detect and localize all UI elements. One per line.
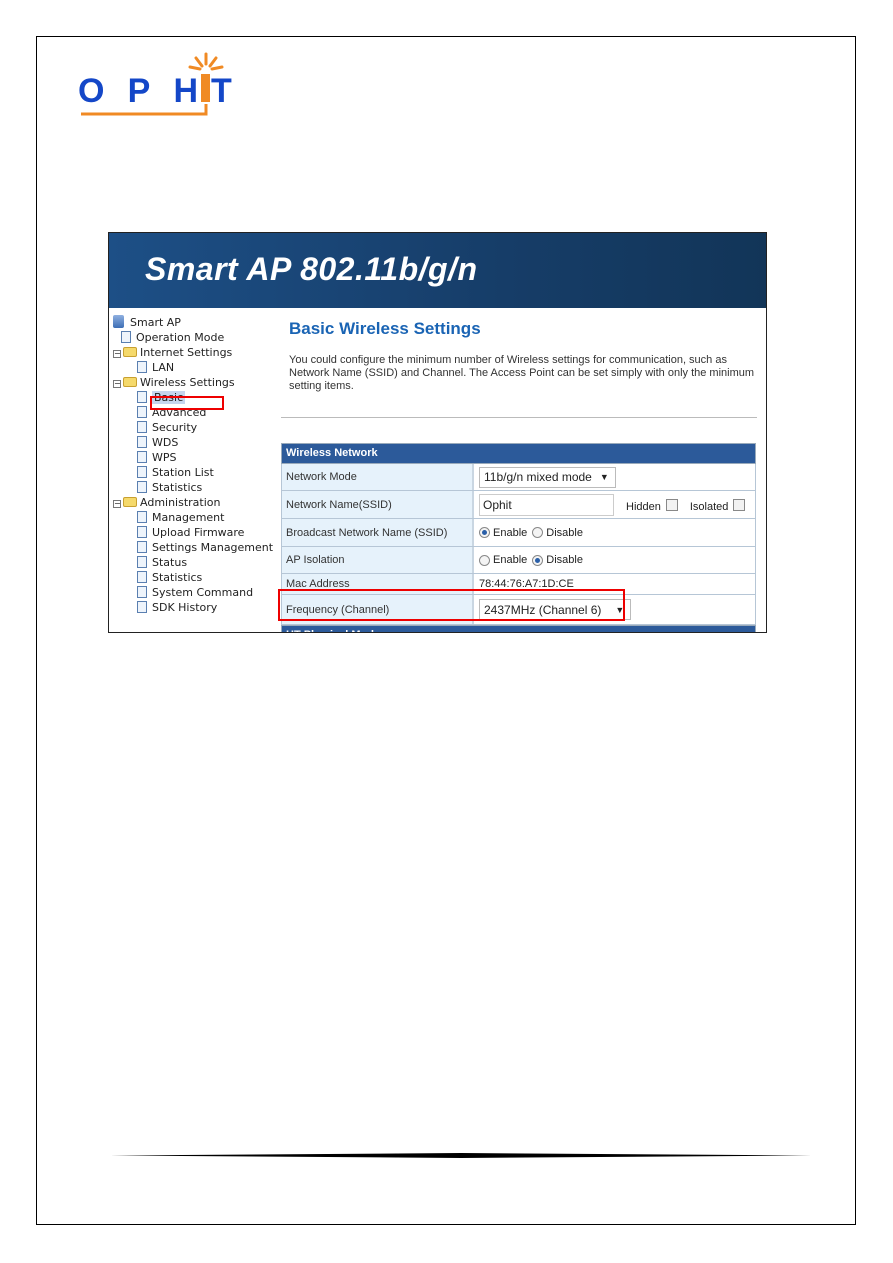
- field-label: Broadcast Network Name (SSID): [282, 519, 474, 546]
- isolation-enable-radio[interactable]: [479, 554, 490, 566]
- computer-icon: [113, 315, 124, 328]
- document-page: OPH T Smart AP 802.11b/g/n Smart AP Oper…: [0, 0, 893, 1263]
- tree-label: Operation Mode: [136, 331, 225, 344]
- table-row: Broadcast Network Name (SSID) Enable Dis…: [281, 519, 756, 547]
- folder-icon: [123, 347, 137, 357]
- highlight-box-basic: [150, 396, 224, 410]
- page-icon: [137, 571, 147, 583]
- ophit-logo: OPH T: [78, 52, 232, 116]
- tree-item-wireless-settings[interactable]: − Wireless Settings: [113, 375, 278, 390]
- tree-item-administration[interactable]: − Administration: [113, 495, 278, 510]
- tree-item-settings-management[interactable]: Settings Management: [113, 540, 278, 555]
- folder-icon: [123, 497, 137, 507]
- tree-label: Status: [152, 556, 188, 569]
- tree-item-sdk-history[interactable]: SDK History: [113, 600, 278, 615]
- tree-item-admin-statistics[interactable]: Statistics: [113, 570, 278, 585]
- tree-label: Statistics: [152, 571, 203, 584]
- tree-label: Smart AP: [130, 316, 181, 329]
- table-row: AP Isolation Enable Disable: [281, 547, 756, 574]
- page-icon: [137, 601, 147, 613]
- ssid-input[interactable]: Ophit: [479, 493, 614, 516]
- tree-item-station-list[interactable]: Station List: [113, 465, 278, 480]
- page-icon: [137, 466, 147, 478]
- page-icon: [137, 391, 147, 403]
- select-value: 11b/g/n mixed mode: [484, 470, 592, 484]
- tree-label: LAN: [152, 361, 175, 374]
- page-icon: [137, 556, 147, 568]
- broadcast-disable-radio[interactable]: [532, 527, 544, 538]
- page-icon: [121, 331, 131, 343]
- page-icon: [137, 421, 147, 433]
- radio-label: Disable: [546, 526, 583, 539]
- tree-label: Administration: [140, 496, 221, 509]
- isolated-label: Isolated: [689, 500, 729, 513]
- page-icon: [137, 436, 147, 448]
- tree-label: SDK History: [152, 601, 218, 614]
- radio-label: Disable: [546, 554, 583, 566]
- tree-label: WDS: [152, 436, 179, 449]
- page-icon: [137, 451, 147, 463]
- page-icon: [137, 586, 147, 598]
- tree-item-management[interactable]: Management: [113, 510, 278, 525]
- tree-item-operation-mode[interactable]: Operation Mode: [113, 330, 278, 345]
- router-ui-screenshot: Smart AP 802.11b/g/n Smart AP Operation …: [108, 232, 767, 633]
- folder-icon: [123, 377, 137, 387]
- tree-label: Management: [152, 511, 225, 524]
- tree-item-smart-ap[interactable]: Smart AP: [113, 315, 278, 330]
- table-row: Network Mode 11b/g/n mixed mode ▼: [281, 464, 756, 491]
- section-header-ht: HT Physical Mode: [281, 625, 756, 632]
- tree-item-internet-settings[interactable]: − Internet Settings: [113, 345, 278, 360]
- section-header: Wireless Network: [281, 443, 756, 464]
- highlight-box-frequency: [278, 589, 625, 621]
- tree-item-wds[interactable]: WDS: [113, 435, 278, 450]
- tree-label: Statistics: [152, 481, 203, 494]
- tree-label: Wireless Settings: [140, 376, 235, 389]
- tree-label: Upload Firmware: [152, 526, 245, 539]
- field-label: Network Mode: [282, 464, 474, 490]
- tree-item-status[interactable]: Status: [113, 555, 278, 570]
- tree-item-system-command[interactable]: System Command: [113, 585, 278, 600]
- footer-rule: [110, 1153, 812, 1158]
- isolated-checkbox[interactable]: [733, 498, 746, 511]
- page-icon: [137, 406, 147, 418]
- table-row: Network Name(SSID) Ophit Hidden Isolated: [281, 491, 756, 519]
- content-description: You could configure the minimum number o…: [289, 354, 755, 392]
- tree-label: System Command: [152, 586, 254, 599]
- radio-label: Enable: [493, 526, 528, 539]
- chevron-down-icon: ▼: [599, 472, 609, 482]
- divider: [281, 417, 757, 418]
- svg-text:OPH: OPH: [78, 72, 198, 110]
- tree-item-lan[interactable]: LAN: [113, 360, 278, 375]
- nav-tree: Smart AP Operation Mode − Internet Settin…: [113, 315, 278, 615]
- radio-label: Enable: [493, 554, 528, 566]
- content-title: Basic Wireless Settings: [289, 319, 481, 338]
- page-icon: [137, 526, 147, 538]
- page-icon: [137, 541, 147, 553]
- field-label: Network Name(SSID): [282, 491, 474, 518]
- tree-item-statistics[interactable]: Statistics: [113, 480, 278, 495]
- page-icon: [137, 481, 147, 493]
- collapse-icon[interactable]: −: [113, 350, 121, 358]
- hidden-label: Hidden: [626, 500, 661, 513]
- tree-item-security[interactable]: Security: [113, 420, 278, 435]
- tree-label: Security: [152, 421, 198, 434]
- tree-label: WPS: [152, 451, 177, 464]
- field-label: AP Isolation: [282, 547, 474, 573]
- broadcast-enable-radio[interactable]: [479, 527, 490, 538]
- header-title: Smart AP 802.11b/g/n: [145, 251, 478, 287]
- network-mode-select[interactable]: 11b/g/n mixed mode ▼: [479, 466, 616, 488]
- isolation-disable-radio[interactable]: [532, 554, 544, 566]
- tree-label: Internet Settings: [140, 346, 233, 359]
- page-icon: [137, 361, 147, 373]
- tree-label: Station List: [152, 466, 214, 479]
- page-icon: [137, 511, 147, 523]
- hidden-checkbox[interactable]: [665, 498, 678, 511]
- collapse-icon[interactable]: −: [113, 380, 121, 388]
- tree-label: Settings Management: [152, 541, 274, 554]
- svg-text:T: T: [211, 72, 232, 110]
- tree-item-upload-firmware[interactable]: Upload Firmware: [113, 525, 278, 540]
- collapse-icon[interactable]: −: [113, 500, 121, 508]
- header-banner: Smart AP 802.11b/g/n: [109, 233, 766, 308]
- tree-item-wps[interactable]: WPS: [113, 450, 278, 465]
